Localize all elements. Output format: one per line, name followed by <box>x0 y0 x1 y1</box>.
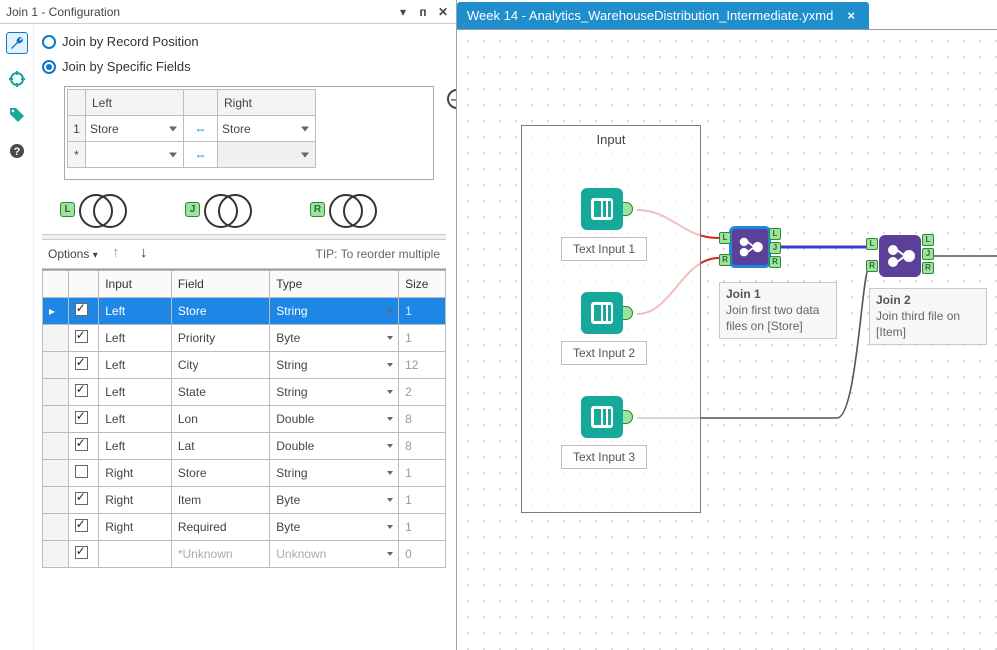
left-field-select[interactable]: Store <box>86 116 184 142</box>
radio-join-by-fields[interactable]: Join by Specific Fields <box>42 59 446 74</box>
input-anchor-l[interactable]: L <box>719 232 731 244</box>
output-anchor-j[interactable]: J <box>922 248 934 260</box>
table-row[interactable]: LeftCityString12 <box>43 352 446 379</box>
checkbox[interactable] <box>75 330 88 343</box>
checkbox[interactable] <box>75 438 88 451</box>
venn-join[interactable]: J <box>185 194 252 224</box>
checkbox[interactable] <box>75 492 88 505</box>
target-icon[interactable] <box>6 68 28 90</box>
radio-label: Join by Record Position <box>62 34 199 49</box>
table-row[interactable]: LeftLatDouble8 <box>43 433 446 460</box>
swap-icon[interactable]: ⇔ <box>184 142 218 168</box>
table-row[interactable]: LeftPriorityByte1 <box>43 325 446 352</box>
wrench-icon[interactable] <box>6 32 28 54</box>
options-button[interactable]: Options ▾ <box>48 247 98 261</box>
checkbox[interactable] <box>75 303 88 316</box>
svg-text:?: ? <box>13 146 20 158</box>
input-anchor-r[interactable]: R <box>719 254 731 266</box>
checkbox[interactable] <box>75 357 88 370</box>
left-field-select-empty[interactable] <box>86 142 184 168</box>
grid-row-1: 1 <box>68 116 86 142</box>
canvas-panel: Week 14 - Analytics_WarehouseDistributio… <box>457 0 997 650</box>
tool-text-input-2[interactable] <box>581 292 623 334</box>
document-tab-strip: Week 14 - Analytics_WarehouseDistributio… <box>457 0 997 30</box>
right-field-select[interactable]: Store <box>218 116 316 142</box>
table-row[interactable]: RightRequiredByte1 <box>43 514 446 541</box>
tool-label: Text Input 1 <box>561 237 647 261</box>
reorder-tip: TIP: To reorder multiple <box>316 247 441 261</box>
tool-join-2[interactable]: L R L J R <box>879 235 921 277</box>
radio-label: Join by Specific Fields <box>62 59 191 74</box>
join-fields-grid: Left Right 1 Store ⇔ Store * ⇔ <box>67 89 316 168</box>
close-icon[interactable]: ✕ <box>436 5 450 19</box>
workflow-canvas[interactable]: Input Text Input 1 Text Input 2 Text Inp… <box>457 30 997 650</box>
pin-icon[interactable]: ᴨ <box>416 5 430 19</box>
options-row: Options ▾ ↑ ↓ TIP: To reorder multiple <box>42 240 446 269</box>
config-panel: Join 1 - Configuration ▾ ᴨ ✕ ? <box>0 0 457 650</box>
table-row[interactable]: LeftLonDouble8 <box>43 406 446 433</box>
venn-right[interactable]: R <box>310 194 377 224</box>
tool-text-input-1[interactable] <box>581 188 623 230</box>
help-icon[interactable]: ? <box>6 140 28 162</box>
venn-icon <box>329 194 377 224</box>
join-fields-box: — Left Right 1 Store ⇔ Store <box>64 86 434 180</box>
right-field-select-empty <box>218 142 316 168</box>
document-tab[interactable]: Week 14 - Analytics_WarehouseDistributio… <box>457 2 869 29</box>
table-row[interactable]: RightStoreString1 <box>43 460 446 487</box>
tool-annotation-join1: Join 1 Join first two data files on [Sto… <box>719 282 837 339</box>
input-anchor-l[interactable]: L <box>866 238 878 250</box>
move-down-button[interactable]: ↓ <box>134 244 154 264</box>
move-up-button[interactable]: ↑ <box>106 244 126 264</box>
checkbox[interactable] <box>75 519 88 532</box>
checkbox[interactable] <box>75 465 88 478</box>
panel-title-controls: ▾ ᴨ ✕ <box>396 5 450 19</box>
container-title: Input <box>522 126 700 153</box>
venn-left[interactable]: L <box>60 194 127 224</box>
panel-title-text: Join 1 - Configuration <box>6 5 120 19</box>
output-anchor-l[interactable]: L <box>769 228 781 240</box>
checkbox[interactable] <box>75 384 88 397</box>
tool-text-input-3[interactable] <box>581 396 623 438</box>
panel-titlebar: Join 1 - Configuration ▾ ᴨ ✕ <box>0 0 456 24</box>
output-anchor-l[interactable]: L <box>922 234 934 246</box>
config-main: Join by Record Position Join by Specific… <box>34 24 456 650</box>
grid-row-new: * <box>68 142 86 168</box>
radio-join-by-position[interactable]: Join by Record Position <box>42 34 446 49</box>
output-anchor-r[interactable]: R <box>769 256 781 268</box>
swap-icon[interactable]: ⇔ <box>184 116 218 142</box>
table-row[interactable]: ▸LeftStoreString1 <box>43 298 446 325</box>
input-anchor-r[interactable]: R <box>866 260 878 272</box>
tool-label: Text Input 3 <box>561 445 647 469</box>
table-row[interactable]: LeftStateString2 <box>43 379 446 406</box>
config-icon-rail: ? <box>0 24 34 650</box>
checkbox[interactable] <box>75 411 88 424</box>
dropdown-icon[interactable]: ▾ <box>396 5 410 19</box>
close-tab-icon[interactable]: × <box>847 8 855 23</box>
table-row[interactable]: RightItemByte1 <box>43 487 446 514</box>
fields-table: Input Field Type Size ▸LeftStoreString1L… <box>42 270 446 568</box>
tool-join-1[interactable]: L R L J R <box>729 226 771 268</box>
table-row[interactable]: *UnknownUnknown0 <box>43 541 446 568</box>
tool-annotation-join2: Join 2 Join third file on [Item] <box>869 288 987 345</box>
output-anchor-j[interactable]: J <box>769 242 781 254</box>
fields-table-wrap: Input Field Type Size ▸LeftStoreString1L… <box>42 269 446 650</box>
col-size[interactable]: Size <box>399 271 446 298</box>
document-tab-label: Week 14 - Analytics_WarehouseDistributio… <box>467 8 833 23</box>
venn-icon <box>204 194 252 224</box>
output-anchor-r[interactable]: R <box>922 262 934 274</box>
grid-header-right: Right <box>218 90 316 116</box>
venn-icon <box>79 194 127 224</box>
tool-label: Text Input 2 <box>561 341 647 365</box>
remove-row-icon[interactable]: — <box>447 89 456 109</box>
checkbox[interactable] <box>75 546 88 559</box>
grid-header-left: Left <box>86 90 184 116</box>
tag-icon[interactable] <box>6 104 28 126</box>
col-field[interactable]: Field <box>171 271 269 298</box>
venn-row: L J R <box>60 194 446 224</box>
col-type[interactable]: Type <box>270 271 399 298</box>
col-input[interactable]: Input <box>99 271 172 298</box>
